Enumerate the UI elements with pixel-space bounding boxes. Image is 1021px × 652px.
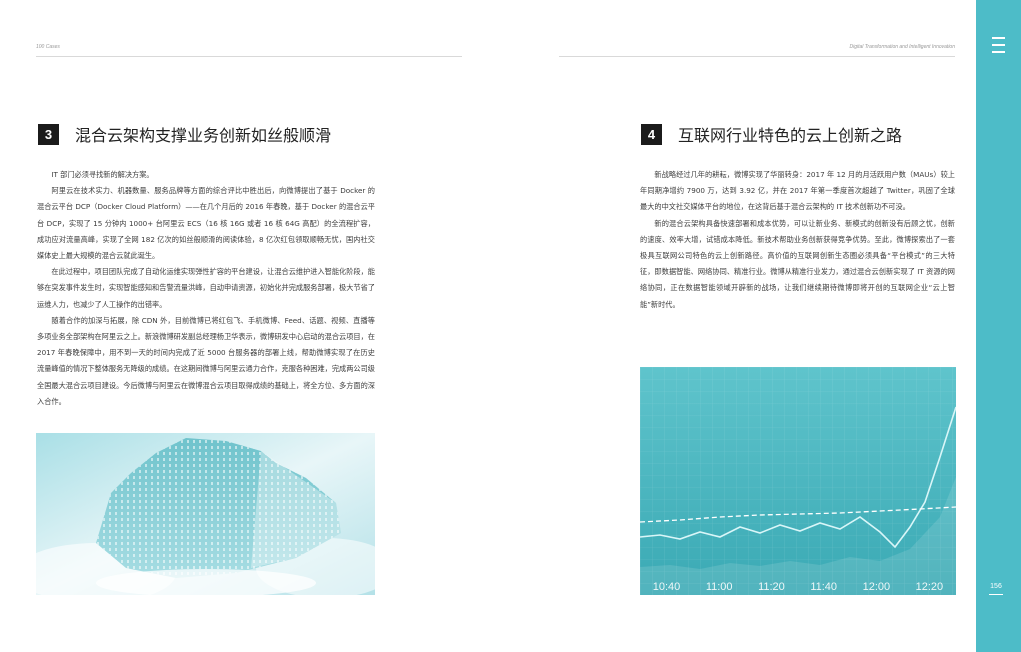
paragraph: 新战略经过几年的耕耘，微博实现了华丽转身：2017 年 12 月的月活跃用户数（… [640, 170, 955, 212]
section-heading-4: 4 互联网行业特色的云上创新之路 [641, 122, 902, 146]
paragraph: 在此过程中，项目团队完成了自动化运维实现弹性扩容的平台建设，让混合云维护进入智能… [37, 267, 375, 309]
market-chart-image: 10:40 11:00 11:20 11:40 12:00 12:20 [640, 367, 956, 595]
hamburger-icon[interactable] [992, 37, 1005, 58]
page-number: 156 [990, 583, 1002, 590]
chart-tick-label: 11:20 [758, 581, 785, 593]
paragraph: IT 部门必须寻找新的解决方案。 [51, 170, 154, 179]
page-number-underline [989, 594, 1003, 595]
paragraph: 随着合作的加深与拓展，除 CDN 外，目前微博已将红包飞、手机微博、Feed、话… [37, 315, 375, 406]
right-body-text: 新战略经过几年的耕耘，微博实现了华丽转身：2017 年 12 月的月活跃用户数（… [640, 167, 955, 313]
header-rule-left [36, 56, 462, 57]
section-number-badge: 4 [641, 123, 662, 145]
section-title: 互联网行业特色的云上创新之路 [678, 126, 903, 145]
cloud-city-image [36, 433, 375, 595]
chart-tick-label: 12:20 [915, 581, 944, 593]
section-heading-3: 3 混合云架构支撑业务创新如丝般顺滑 [38, 122, 331, 146]
header-left: 100 Cases [36, 44, 60, 50]
chart-tick-label: 10:40 [652, 581, 681, 593]
header-rule-right [559, 56, 955, 57]
chart-tick-label: 12:00 [862, 581, 891, 593]
left-body-text: IT 部门必须寻找新的解决方案。 阿里云在技术实力、机器数量、服务品牌等方面的综… [37, 167, 375, 410]
paragraph: 阿里云在技术实力、机器数量、服务品牌等方面的综合评比中胜出后，向微博提出了基于 … [37, 186, 375, 261]
section-number-badge: 3 [38, 123, 59, 145]
chart-tick-label: 11:40 [810, 581, 838, 593]
chart-tick-label: 11:00 [705, 581, 733, 593]
header-right: Digital Transformation and Intelligent I… [849, 44, 955, 50]
sidebar [976, 0, 1021, 652]
chart-time-axis: 10:40 11:00 11:20 11:40 12:00 12:20 [640, 579, 956, 595]
paragraph: 新的混合云架构具备快速部署和成本优势，可以让新业务、新模式的创新没有后顾之忧，创… [640, 218, 955, 309]
section-title: 混合云架构支撑业务创新如丝般顺滑 [75, 126, 332, 145]
